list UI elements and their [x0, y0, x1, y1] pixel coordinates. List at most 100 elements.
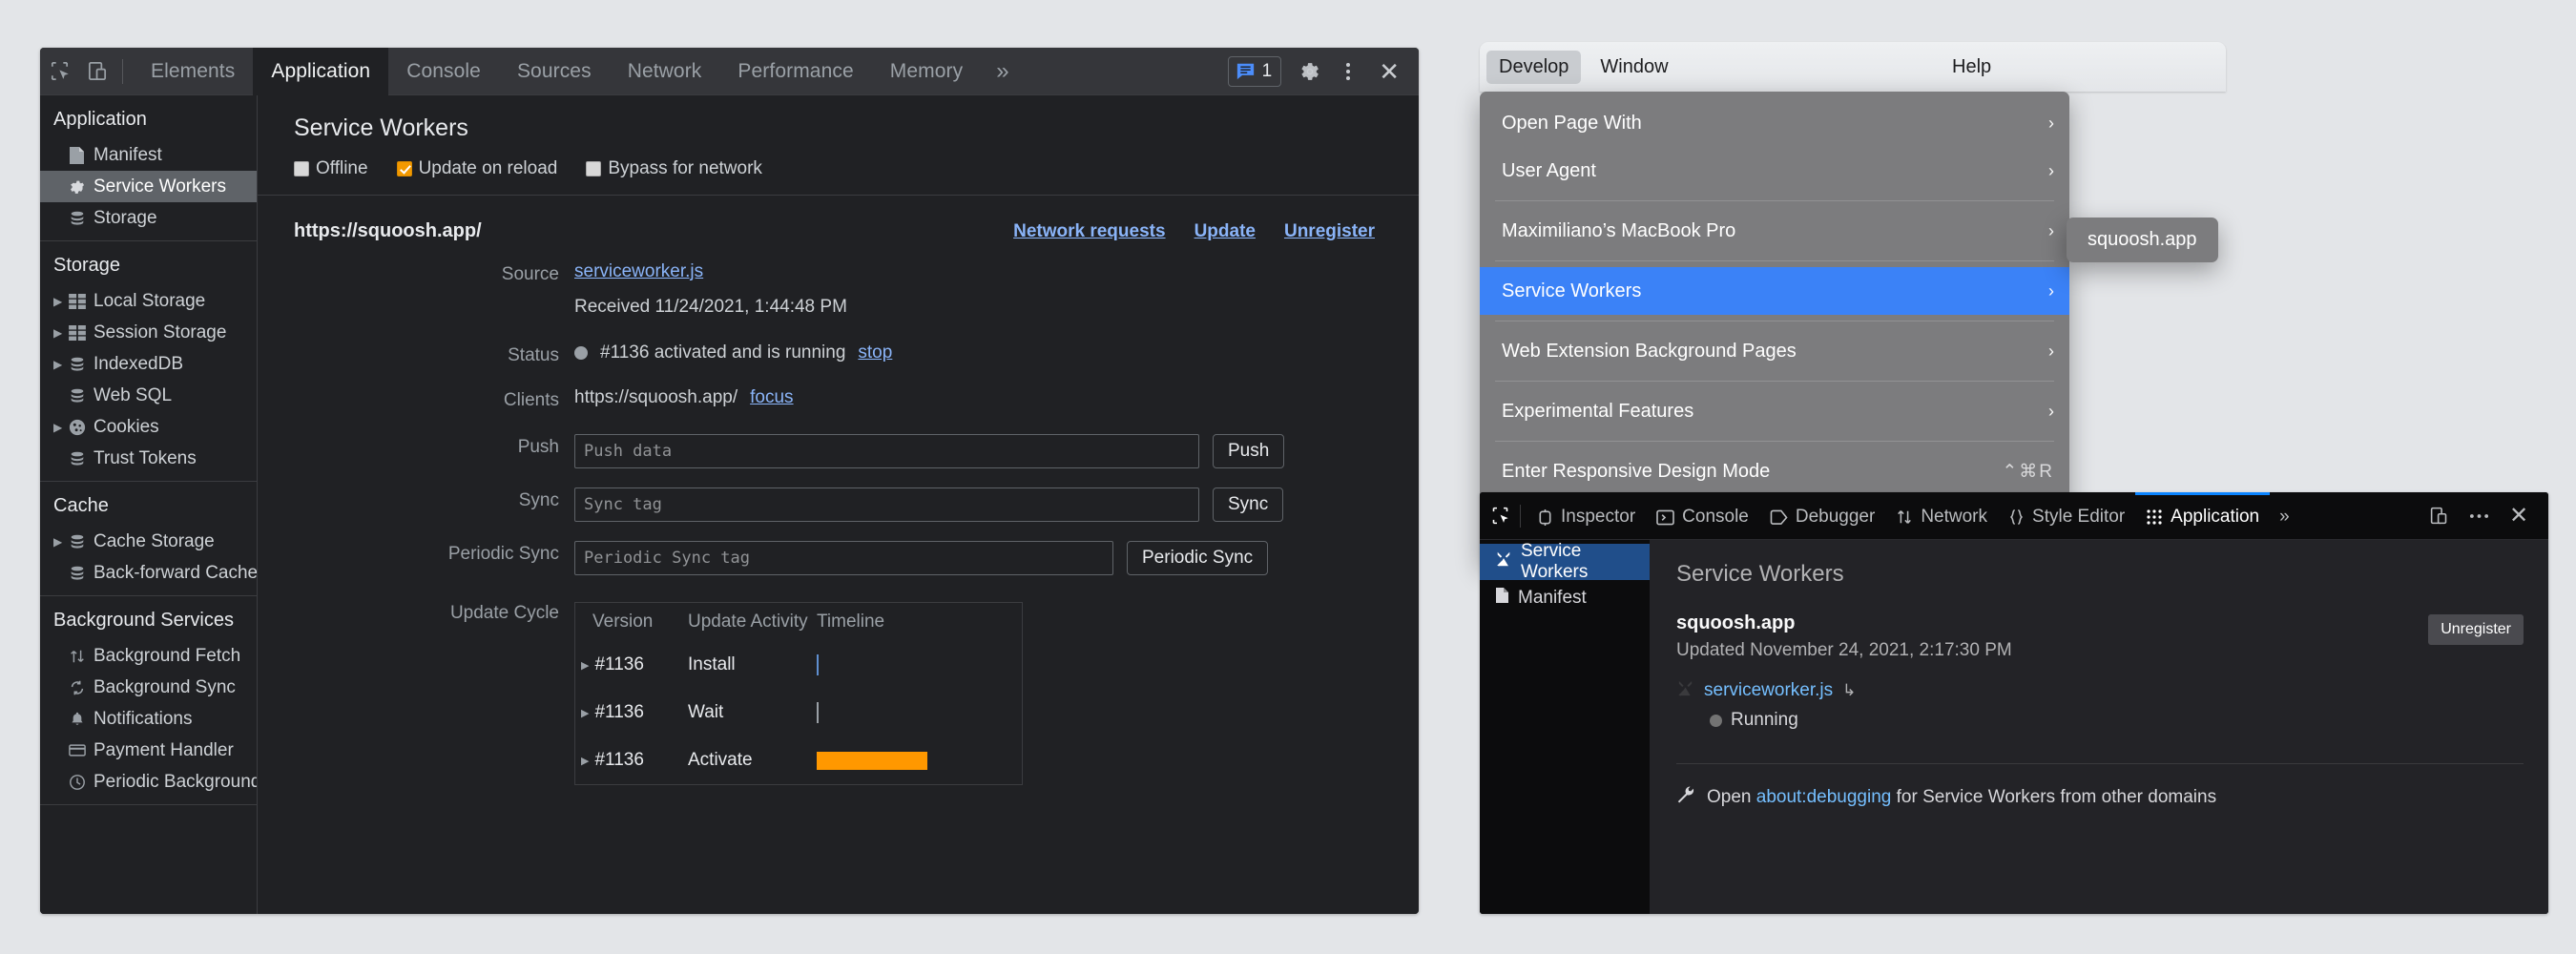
tab-application[interactable]: Application	[253, 48, 388, 95]
meatball-menu-icon[interactable]	[2461, 498, 2497, 534]
overflow-tabs-icon[interactable]: »	[2270, 492, 2299, 540]
expand-arrow-icon[interactable]: ▶	[581, 659, 589, 672]
serviceworker-js-link[interactable]: serviceworker.js	[574, 261, 703, 282]
submenu-item-squoosh-app[interactable]: squoosh.app	[2067, 226, 2218, 254]
menubar-item-develop[interactable]: Develop	[1486, 51, 1581, 84]
sidebar-item-manifest[interactable]: Manifest	[1480, 580, 1650, 616]
offline-checkbox[interactable]: Offline	[294, 158, 368, 179]
expand-arrow-icon[interactable]: ▶	[53, 296, 69, 307]
menu-item-service-workers[interactable]: Service Workers ›	[1480, 267, 2069, 315]
safari-menubar: Develop Window Help	[1480, 42, 2226, 92]
firefox-devtools-window: Inspector Console Debugger Network Style…	[1480, 492, 2548, 914]
inspect-element-icon[interactable]	[40, 50, 78, 93]
sync-tag-input[interactable]	[574, 487, 1199, 522]
sidebar-item-cache-storage[interactable]: ▶ Cache Storage	[40, 526, 257, 557]
gear-icon	[69, 178, 93, 196]
tab-inspector[interactable]: Inspector	[1527, 492, 1646, 540]
table-row[interactable]: ▶ #1136 Wait	[575, 689, 1022, 736]
table-row[interactable]: ▶ #1136 Activate	[575, 736, 1022, 784]
menubar-item-window[interactable]: Window	[1588, 51, 1680, 84]
expand-arrow-icon[interactable]: ▶	[53, 536, 69, 548]
sidebar-item-label: Service Workers	[93, 176, 226, 197]
sidebar-item-indexeddb[interactable]: ▶ IndexedDB	[40, 348, 257, 380]
menu-item-enter-responsive-design-mode[interactable]: Enter Responsive Design Mode ⌃⌘R	[1480, 447, 2069, 495]
push-data-input[interactable]	[574, 434, 1199, 468]
chevron-right-icon: ›	[2048, 221, 2054, 241]
sidebar-item-cookies[interactable]: ▶ Cookies	[40, 411, 257, 443]
sidebar-item-session-storage[interactable]: ▶ Session Storage	[40, 317, 257, 348]
network-requests-link[interactable]: Network requests	[1013, 221, 1165, 242]
periodic-sync-button[interactable]: Periodic Sync	[1127, 541, 1268, 575]
update-link[interactable]: Update	[1195, 221, 1256, 242]
tab-performance[interactable]: Performance	[719, 48, 871, 95]
sidebar-item-back-forward-cache[interactable]: Back-forward Cache	[40, 557, 257, 589]
bypass-for-network-checkbox-label[interactable]: Bypass for network	[608, 158, 762, 179]
periodic-sync-tag-input[interactable]	[574, 541, 1113, 575]
menu-item-user-agent[interactable]: User Agent ›	[1480, 147, 2069, 195]
checkbox-box[interactable]	[586, 161, 601, 176]
sidebar-item-background-sync[interactable]: Background Sync	[40, 672, 257, 703]
tab-network[interactable]: Network	[610, 48, 720, 95]
close-icon[interactable]: ✕	[1367, 59, 1411, 84]
unregister-button[interactable]: Unregister	[2428, 614, 2524, 645]
message-count-badge[interactable]: 1	[1228, 56, 1282, 87]
stop-link[interactable]: stop	[858, 342, 892, 363]
menu-item-web-extension-background-pages[interactable]: Web Extension Background Pages ›	[1480, 327, 2069, 375]
database-icon	[69, 565, 93, 582]
tab-console[interactable]: Console	[1646, 492, 1759, 540]
update-on-reload-checkbox[interactable]: Update on reload	[397, 158, 558, 179]
checkbox-box[interactable]	[294, 161, 309, 176]
sidebar-item-trust-tokens[interactable]: Trust Tokens	[40, 443, 257, 474]
sidebar-item-background-fetch[interactable]: Background Fetch	[40, 640, 257, 672]
update-on-reload-checkbox-label[interactable]: Update on reload	[419, 158, 558, 179]
menu-item-maximilianos-macbook-pro[interactable]: Maximiliano’s MacBook Pro ›	[1480, 207, 2069, 255]
open-in-debugger-arrow-icon[interactable]: ↳	[1842, 681, 1856, 700]
tab-elements[interactable]: Elements	[133, 48, 253, 95]
menu-item-experimental-features[interactable]: Experimental Features ›	[1480, 387, 2069, 435]
expand-arrow-icon[interactable]: ▶	[53, 327, 69, 339]
responsive-design-mode-icon[interactable]	[2420, 498, 2457, 534]
gear-icon[interactable]	[1291, 50, 1329, 93]
tab-network[interactable]: Network	[1885, 492, 1998, 540]
more-tabs-icon[interactable]: »	[981, 48, 1024, 95]
unregister-link[interactable]: Unregister	[1284, 221, 1375, 242]
sidebar-item-local-storage[interactable]: ▶ Local Storage	[40, 285, 257, 317]
push-controls: Push	[574, 434, 1284, 468]
push-button[interactable]: Push	[1213, 434, 1284, 468]
expand-arrow-icon[interactable]: ▶	[53, 422, 69, 433]
close-icon[interactable]: ✕	[2501, 498, 2537, 534]
sidebar-item-storage[interactable]: Storage	[40, 202, 257, 234]
element-picker-icon[interactable]	[1480, 506, 1520, 526]
sidebar-item-service-workers[interactable]: Service Workers	[1480, 544, 1650, 580]
sidebar-item-service-workers[interactable]: Service Workers	[40, 171, 257, 202]
sidebar-item-notifications[interactable]: Notifications	[40, 703, 257, 735]
expand-arrow-icon[interactable]: ▶	[53, 359, 69, 370]
firefox-toolbar-right-group: ✕	[2420, 498, 2548, 534]
checkbox-box[interactable]	[397, 161, 412, 176]
tab-application[interactable]: Application	[2135, 492, 2270, 540]
tab-console[interactable]: Console	[388, 48, 499, 95]
serviceworker-js-link[interactable]: serviceworker.js	[1704, 680, 1833, 701]
tab-memory[interactable]: Memory	[872, 48, 981, 95]
menubar-item-help[interactable]: Help	[1952, 56, 1991, 78]
offline-checkbox-label[interactable]: Offline	[316, 158, 368, 179]
expand-arrow-icon[interactable]: ▶	[581, 755, 589, 767]
tab-debugger[interactable]: Debugger	[1759, 492, 1885, 540]
tab-style-editor[interactable]: Style Editor	[1998, 492, 2135, 540]
sidebar-item-periodic-background-sync[interactable]: Periodic Background Sync	[40, 766, 257, 798]
bypass-for-network-checkbox[interactable]: Bypass for network	[586, 158, 762, 179]
table-row[interactable]: ▶ #1136 Install	[575, 641, 1022, 689]
about-debugging-link[interactable]: about:debugging	[1756, 787, 1892, 807]
menu-divider	[1495, 200, 2054, 201]
kebab-menu-icon[interactable]	[1329, 50, 1367, 93]
sidebar-section-cache: Cache ▶ Cache Storage Back-forward Cache	[40, 482, 257, 596]
menu-item-open-page-with[interactable]: Open Page With ›	[1480, 99, 2069, 147]
sidebar-item-manifest[interactable]: Manifest	[40, 139, 257, 171]
sidebar-item-payment-handler[interactable]: Payment Handler	[40, 735, 257, 766]
expand-arrow-icon[interactable]: ▶	[581, 707, 589, 719]
device-toolbar-icon[interactable]	[78, 50, 116, 93]
tab-sources[interactable]: Sources	[499, 48, 610, 95]
sidebar-item-web-sql[interactable]: Web SQL	[40, 380, 257, 411]
sync-button[interactable]: Sync	[1213, 487, 1283, 522]
focus-link[interactable]: focus	[750, 387, 793, 408]
